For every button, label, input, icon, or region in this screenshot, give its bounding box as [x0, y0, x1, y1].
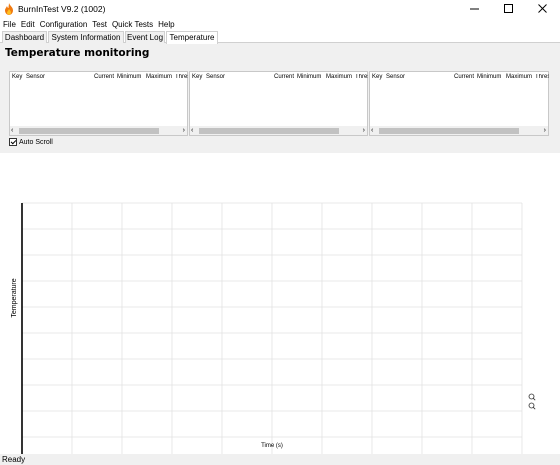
title-bar: BurnInTest V9.2 (1002) [0, 0, 560, 18]
horizontal-scrollbar[interactable]: ‹ › [10, 126, 187, 135]
column-header-sensor[interactable]: Sensor [26, 74, 45, 80]
tab-event-log[interactable]: Event Log [125, 31, 165, 43]
tab-strip: Dashboard System Information Event Log T… [0, 31, 560, 44]
temperature-chart[interactable]: 0.0s10.0s20.0s30.0s40.0s50.0s60.0s70.0s8… [0, 153, 560, 454]
zoom-icon[interactable] [528, 393, 536, 410]
scroll-right-icon[interactable]: › [544, 126, 546, 135]
column-header-minimum[interactable]: Minimum [477, 74, 501, 80]
chart-svg: 0.0s10.0s20.0s30.0s40.0s50.0s60.0s70.0s8… [11, 202, 536, 454]
scroll-thumb[interactable] [199, 128, 339, 134]
scroll-left-icon[interactable]: ‹ [11, 126, 13, 135]
scroll-thumb[interactable] [19, 128, 159, 134]
column-header-threshold[interactable]: Thres [355, 74, 368, 80]
page-title: Temperature monitoring [5, 47, 150, 59]
column-header-current[interactable]: Current [274, 74, 294, 80]
tab-temperature[interactable]: Temperature [166, 31, 218, 44]
maximize-icon [504, 4, 513, 13]
minimize-icon [470, 8, 479, 10]
column-header-threshold[interactable]: Thres [175, 74, 188, 80]
sensor-table[interactable]: Key Sensor Current Minimum Maximum Thres… [189, 71, 368, 136]
column-header-threshold[interactable]: Thres [535, 74, 549, 80]
window-title: BurnInTest V9.2 (1002) [18, 4, 106, 14]
column-header-minimum[interactable]: Minimum [117, 74, 141, 80]
scroll-right-icon[interactable]: › [363, 126, 365, 135]
chart-grid [22, 202, 523, 454]
menu-quick-tests[interactable]: Quick Tests [112, 20, 153, 29]
sensor-table[interactable]: Key Sensor Current Minimum Maximum Thres… [9, 71, 188, 136]
scroll-thumb[interactable] [379, 128, 519, 134]
tab-dashboard[interactable]: Dashboard [2, 31, 47, 43]
menu-test[interactable]: Test [92, 20, 107, 29]
scroll-right-icon[interactable]: › [183, 126, 185, 135]
column-header-key[interactable]: Key [192, 74, 202, 80]
column-header-minimum[interactable]: Minimum [297, 74, 321, 80]
maximize-button[interactable] [492, 0, 526, 18]
menu-configuration[interactable]: Configuration [40, 20, 88, 29]
tab-system-information[interactable]: System Information [48, 31, 124, 43]
column-header-sensor[interactable]: Sensor [386, 74, 405, 80]
y-axis-label: Temperature [11, 278, 18, 317]
minimize-button[interactable] [458, 0, 492, 18]
scroll-left-icon[interactable]: ‹ [371, 126, 373, 135]
column-header-key[interactable]: Key [372, 74, 382, 80]
auto-scroll-checkbox[interactable] [9, 138, 17, 146]
menu-edit[interactable]: Edit [21, 20, 35, 29]
window-controls [458, 0, 560, 18]
close-button[interactable] [526, 0, 560, 18]
column-header-current[interactable]: Current [94, 74, 114, 80]
status-bar: Ready [0, 454, 560, 465]
horizontal-scrollbar[interactable]: ‹ › [370, 126, 548, 135]
menu-bar: File Edit Configuration Test Quick Tests… [0, 18, 560, 30]
status-text: Ready [2, 455, 26, 464]
sensor-table[interactable]: Key Sensor Current Minimum Maximum Thres… [369, 71, 549, 136]
column-header-sensor[interactable]: Sensor [206, 74, 225, 80]
close-icon [538, 4, 547, 13]
menu-file[interactable]: File [3, 20, 16, 29]
temperature-page: Temperature monitoring Key Sensor Curren… [0, 43, 560, 454]
menu-help[interactable]: Help [158, 20, 174, 29]
flame-icon [5, 3, 13, 15]
column-header-current[interactable]: Current [454, 74, 474, 80]
column-header-key[interactable]: Key [12, 74, 22, 80]
scroll-left-icon[interactable]: ‹ [191, 126, 193, 135]
column-header-maximum[interactable]: Maximum [146, 74, 172, 80]
horizontal-scrollbar[interactable]: ‹ › [190, 126, 367, 135]
auto-scroll-label: Auto Scroll [19, 138, 53, 146]
x-axis-label: Time (s) [261, 443, 283, 449]
column-header-maximum[interactable]: Maximum [506, 74, 532, 80]
auto-scroll-option[interactable]: Auto Scroll [9, 138, 53, 146]
column-header-maximum[interactable]: Maximum [326, 74, 352, 80]
